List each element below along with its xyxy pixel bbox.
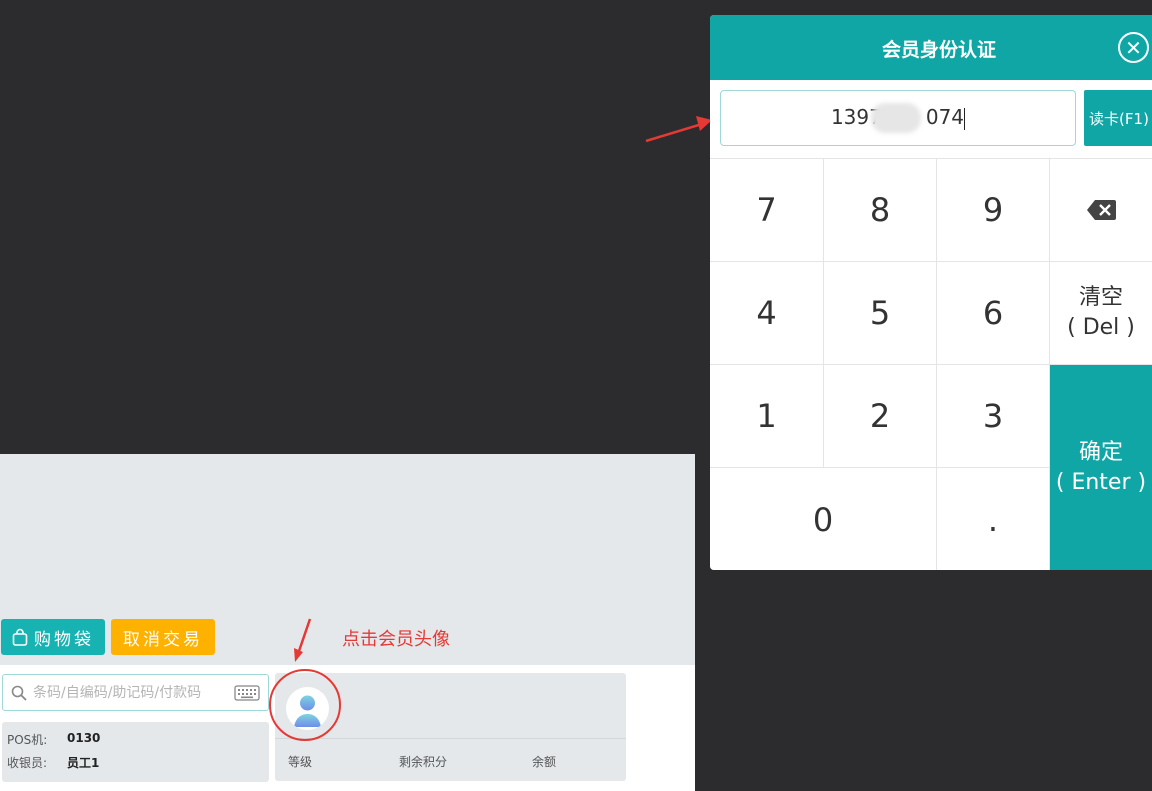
pos-label: POS机: — [7, 733, 48, 747]
numeric-keypad: 7 8 9 4 5 6 清空 ( Del ) 1 2 3 0 . 确定 ( En… — [710, 158, 1152, 570]
member-card-input[interactable]: 1397 074 — [720, 90, 1076, 146]
pos-panel: 购物袋 取消交易 POS机: 0130 收银员: 员工1 等 — [0, 454, 695, 791]
key-8[interactable]: 8 — [824, 159, 937, 262]
arrow-down-icon — [294, 618, 312, 662]
text-caret — [964, 107, 966, 130]
member-points-label: 剩余积分 — [399, 755, 448, 769]
close-icon: ✕ — [1125, 35, 1142, 60]
close-button[interactable]: ✕ — [1118, 32, 1149, 63]
key-9[interactable]: 9 — [937, 159, 1050, 262]
key-4[interactable]: 4 — [710, 262, 824, 365]
clear-button[interactable]: 清空 ( Del ) — [1050, 262, 1152, 365]
key-2[interactable]: 2 — [824, 365, 937, 468]
cashier-label: 收银员: — [7, 756, 48, 770]
avatar-hint-text: 点击会员头像 — [342, 629, 450, 650]
cashier-value: 员工1 — [67, 756, 100, 770]
confirm-hint: ( Enter ) — [1055, 470, 1147, 495]
barcode-search-input[interactable] — [33, 684, 234, 701]
confirm-button[interactable]: 确定 ( Enter ) — [1050, 365, 1152, 570]
terminal-info: POS机: 0130 收银员: 员工1 — [2, 722, 269, 782]
member-balance-label: 余额 — [532, 755, 557, 769]
member-auth-dialog: 会员身份认证 ✕ 1397 074 读卡(F1) 7 8 9 4 5 6 清空 (… — [710, 15, 1152, 570]
bag-icon — [12, 628, 28, 646]
member-level-label: 等级 — [288, 755, 313, 769]
shopping-bag-label: 购物袋 — [34, 629, 94, 650]
clear-hint: ( Del ) — [1067, 315, 1135, 340]
cancel-transaction-button[interactable]: 取消交易 — [111, 619, 215, 655]
card-number-suffix: 074 — [925, 105, 965, 129]
key-3[interactable]: 3 — [937, 365, 1050, 468]
clear-label: 清空 — [1078, 285, 1123, 310]
key-1[interactable]: 1 — [710, 365, 824, 468]
privacy-blur-mask — [871, 103, 921, 133]
confirm-label: 确定 — [1078, 440, 1123, 465]
dialog-header: 会员身份认证 ✕ — [710, 15, 1152, 80]
key-5[interactable]: 5 — [824, 262, 937, 365]
key-dot[interactable]: . — [937, 468, 1050, 570]
shopping-bag-button[interactable]: 购物袋 — [1, 619, 105, 655]
key-6[interactable]: 6 — [937, 262, 1050, 365]
key-7[interactable]: 7 — [710, 159, 824, 262]
keyboard-icon[interactable] — [234, 684, 260, 701]
arrow-right-icon — [645, 116, 712, 143]
barcode-search-box[interactable] — [2, 674, 269, 711]
backspace-button[interactable] — [1050, 159, 1152, 262]
dialog-title: 会员身份认证 — [881, 39, 996, 61]
pos-value: 0130 — [67, 731, 101, 745]
search-icon — [11, 685, 27, 701]
avatar-highlight-circle — [269, 669, 341, 741]
member-divider — [275, 738, 626, 739]
read-card-button[interactable]: 读卡(F1) — [1084, 90, 1152, 146]
backspace-icon — [1086, 199, 1116, 221]
key-0[interactable]: 0 — [710, 468, 937, 570]
